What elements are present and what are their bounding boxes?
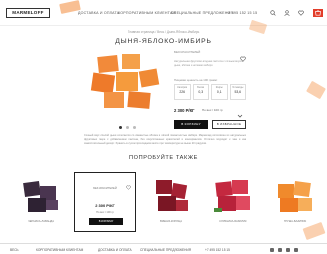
footer-link[interactable]: КОРПОРАТИВНЫМ КЛИЕНТАМ [36, 248, 83, 252]
nutrition-value: 0,3 [198, 90, 204, 94]
nutrition-label-text: Белки [197, 86, 205, 89]
social-instagram-icon[interactable] [286, 248, 290, 252]
related-product-weight[interactable]: По вес / 100 гр [75, 211, 135, 214]
user-icon[interactable] [284, 10, 290, 16]
related-product-card[interactable]: КЛУБНИКА-БАЗИЛИК [202, 168, 264, 234]
weight-selector[interactable]: По вес / 100 гр [202, 108, 223, 112]
gallery-dot[interactable] [126, 126, 129, 129]
heart-icon[interactable] [298, 10, 304, 16]
page-title: ДЫНЯ-ЯБЛОКО-ИМБИРЬ [115, 38, 212, 45]
related-product-image[interactable] [16, 174, 66, 216]
related-product-image[interactable] [208, 174, 258, 216]
product-price: 2 300 Р/КГ [174, 108, 195, 113]
social-facebook-icon[interactable] [278, 248, 282, 252]
related-product-name[interactable]: ВИШНЯ-КОРИЦА [140, 220, 202, 223]
related-product-name[interactable]: ГРУША-БАЗИЛИК [264, 220, 326, 223]
nutrition-cell: Углеводы 53,6 [229, 84, 246, 100]
product-description: Натуральная фруктово-ягодная пастила с с… [174, 60, 244, 67]
site-header: MARMELOFF ДОСТАВКА И ОПЛАТА КОРПОРАТИВНЫ… [0, 0, 327, 26]
decor-marmalade [306, 80, 326, 100]
product-image[interactable] [84, 48, 168, 114]
search-icon[interactable] [270, 10, 276, 16]
footer-link[interactable]: ДОСТАВКА И ОПЛАТА [98, 248, 132, 252]
related-product-image[interactable] [270, 174, 320, 216]
nutrition-cell: Жиры 0,1 [211, 84, 228, 100]
footer-link[interactable]: ВЕСЬ [10, 248, 19, 252]
nav-phone[interactable]: +7 495 152 15 15 [226, 11, 257, 15]
favorite-heart-icon[interactable] [126, 177, 131, 190]
favorite-heart-icon[interactable] [240, 49, 246, 62]
nutrition-cell: Белки 0,3 [192, 84, 209, 100]
nutrition-value: 0,1 [216, 90, 222, 94]
product-badge: БЕЗ КРАСИТЕЛЕЙ [174, 50, 201, 54]
gallery-dot[interactable] [119, 126, 122, 129]
nav-delivery[interactable]: ДОСТАВКА И ОПЛАТА [78, 11, 119, 15]
nutrition-cell: Калории 226 [174, 84, 191, 100]
related-product-price: 2 300 Р/КГ [95, 203, 115, 208]
nutrition-label-text: Углеводы [232, 86, 244, 89]
related-title: ПОПРОБУЙТЕ ТАКЖЕ [129, 155, 198, 161]
related-product-name[interactable]: КЛУБНИКА-БАЗИЛИК [202, 220, 264, 223]
gallery-pagination [117, 126, 137, 130]
related-product-card[interactable]: ВИШНЯ-КОРИЦА [140, 168, 202, 234]
add-to-cart-button[interactable]: В КОРЗИНУ [174, 120, 208, 129]
nav-corporate[interactable]: КОРПОРАТИВНЫМ КЛИЕНТАМ [118, 11, 176, 15]
nutrition-label: Пищевая ценность на 100 грамм: [174, 78, 218, 82]
logo[interactable]: MARMELOFF [6, 8, 50, 18]
product-long-description: Сочный вкус спелой дыни сочетается со св… [84, 134, 246, 145]
related-product-card[interactable]: ГРУША-БАЗИЛИК [264, 168, 326, 234]
add-to-favorites-button[interactable]: В ИЗБРАННОЕ [212, 120, 246, 129]
nutrition-label-text: Жиры [215, 86, 223, 89]
related-add-to-cart-button[interactable]: В КОРЗИНУ [89, 218, 123, 225]
cart-icon [315, 10, 321, 16]
related-product-card-hover[interactable]: БЕЗ КРАСИТЕЛЕЙ 2 300 Р/КГ По вес / 100 г… [74, 172, 136, 232]
nutrition-value: 226 [179, 90, 186, 94]
related-product-card[interactable]: ЧЕРНИКА-ЛАВАНДА [10, 168, 72, 234]
cart-button[interactable] [313, 9, 323, 17]
chevron-down-icon[interactable] [234, 106, 246, 118]
gallery-dot[interactable] [133, 126, 136, 129]
related-product-name[interactable]: ЧЕРНИКА-ЛАВАНДА [10, 220, 72, 223]
footer-link[interactable]: +7 495 152 15 15 [205, 248, 230, 252]
nutrition-label-text: Калории [177, 86, 188, 89]
nav-specials[interactable]: СПЕЦИАЛЬНЫЕ ПРЕДЛОЖЕНИЯ [171, 11, 233, 15]
related-product-badge: БЕЗ КРАСИТЕЛЕЙ [93, 187, 117, 190]
nutrition-table: Калории 226 Белки 0,3 Жиры 0,1 Углеводы 53,6 [174, 84, 246, 100]
social-youtube-icon[interactable] [294, 248, 298, 252]
footer-link[interactable]: СПЕЦИАЛЬНЫЕ ПРЕДЛОЖЕНИЯ [140, 248, 191, 252]
related-product-image[interactable] [146, 174, 196, 216]
site-footer: ВЕСЬ КОРПОРАТИВНЫМ КЛИЕНТАМ ДОСТАВКА И О… [0, 243, 327, 254]
social-vk-icon[interactable] [270, 248, 274, 252]
breadcrumb[interactable]: Главная страница / Весь / Дыня-Яблоко-Им… [0, 30, 327, 34]
nutrition-value: 53,6 [234, 90, 242, 94]
